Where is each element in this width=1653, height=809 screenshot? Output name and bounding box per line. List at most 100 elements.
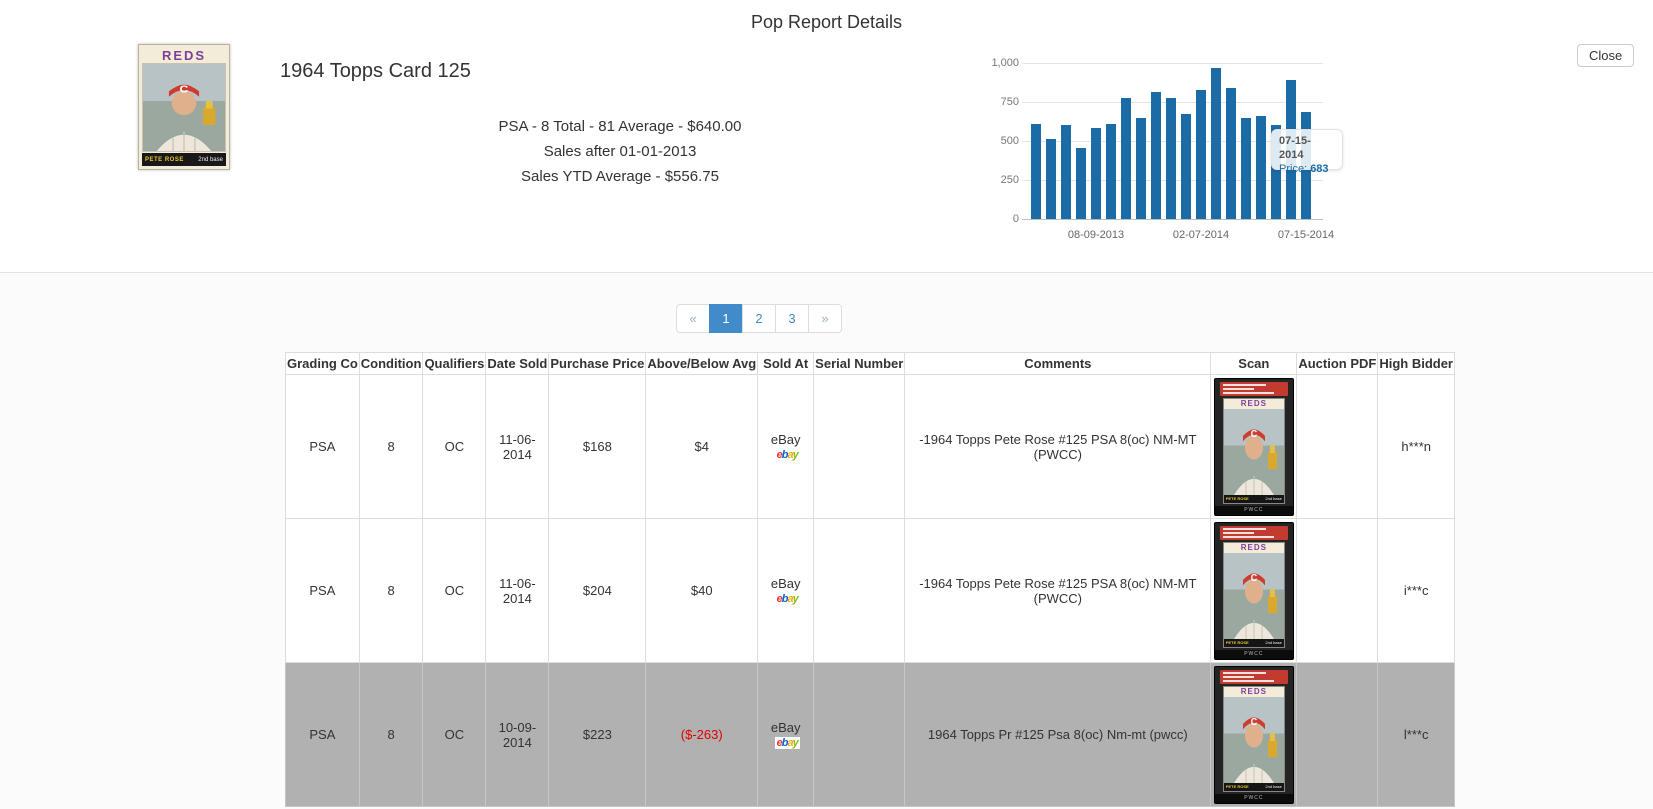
chart-ytick-label: 1,000 bbox=[991, 57, 1019, 69]
card-player-position: 2nd base bbox=[198, 156, 223, 163]
chart-bar[interactable] bbox=[1136, 118, 1146, 219]
psa-grade-label bbox=[1219, 381, 1288, 396]
pagination-page-2[interactable]: 2 bbox=[742, 304, 776, 333]
cell-high-bidder: l***c bbox=[1377, 662, 1455, 807]
table-header-sold-at: Sold At bbox=[757, 352, 815, 375]
cell-qualifiers: OC bbox=[422, 374, 487, 519]
table-header-scan: Scan bbox=[1210, 352, 1298, 375]
chart-bar[interactable] bbox=[1211, 68, 1221, 219]
card-scan-thumbnail[interactable]: REDS C PETE ROSE 2nd base PWCC bbox=[1213, 521, 1294, 660]
chart-gridline bbox=[1022, 219, 1323, 220]
cell-qualifiers: OC bbox=[422, 518, 487, 663]
cell-condition: 8 bbox=[358, 518, 424, 663]
chart-gridline bbox=[1022, 63, 1323, 64]
player-photo-art: C bbox=[1223, 552, 1284, 639]
card-team-name: REDS bbox=[161, 48, 207, 63]
page-title: Pop Report Details bbox=[750, 12, 903, 32]
cell-comments: -1964 Topps Pete Rose #125 PSA 8(oc) NM-… bbox=[904, 518, 1212, 663]
chart-ytick-label: 0 bbox=[1012, 213, 1019, 225]
cell-serial bbox=[813, 374, 906, 519]
table-header-purchase-price: Purchase Price bbox=[548, 352, 647, 375]
pagination: « 1 2 3 » bbox=[676, 304, 842, 333]
svg-text:C: C bbox=[180, 84, 189, 95]
scan-watermark: PWCC bbox=[1214, 505, 1293, 515]
player-photo-art: C bbox=[1223, 408, 1284, 495]
table-row: PSA 8 OC 11-06-2014 $204 $40 eBayebay -1964 Top… bbox=[285, 518, 1455, 663]
tooltip-price: Price: 683 bbox=[1279, 163, 1329, 175]
chart-xtick-label: 07-15-2014 bbox=[1277, 229, 1335, 241]
chart-bar[interactable] bbox=[1256, 116, 1266, 219]
cell-grading-co: PSA bbox=[285, 374, 360, 519]
chart-bar[interactable] bbox=[1241, 118, 1251, 219]
chart-bar[interactable] bbox=[1196, 90, 1206, 219]
cell-high-bidder: i***c bbox=[1377, 518, 1455, 663]
sales-price-chart: 0 250 500 750 1,000 08-09-2013 02-07-2014 07-15… bbox=[985, 47, 1385, 252]
table-header-comments: Comments bbox=[904, 352, 1212, 375]
scan-card-art: REDS C PETE ROSE 2nd base bbox=[1222, 541, 1285, 648]
chart-bar[interactable] bbox=[1061, 125, 1071, 219]
chart-bar[interactable] bbox=[1166, 98, 1176, 219]
card-scan-thumbnail[interactable]: REDS C PETE ROSE 2nd base PWCC bbox=[1213, 665, 1294, 804]
chart-bar[interactable] bbox=[1226, 88, 1236, 219]
cell-date-sold: 11-06-2014 bbox=[485, 518, 550, 663]
pagination-page-1[interactable]: 1 bbox=[709, 304, 743, 333]
cell-condition: 8 bbox=[358, 662, 424, 807]
cell-scan: REDS C PETE ROSE 2nd base PWCC bbox=[1210, 662, 1298, 807]
pagination-prev[interactable]: « bbox=[676, 304, 710, 333]
cell-scan: REDS C PETE ROSE 2nd base PWCC bbox=[1210, 374, 1298, 519]
table-header-condition: Condition bbox=[358, 352, 424, 375]
psa-grade-label bbox=[1219, 525, 1288, 540]
tooltip-date: 07-15-2014 bbox=[1279, 135, 1311, 161]
stat-ytd-average: Sales YTD Average - $556.75 bbox=[521, 168, 719, 185]
table-header-serial-number: Serial Number bbox=[813, 352, 906, 375]
stat-sales-after: Sales after 01-01-2013 bbox=[543, 143, 697, 160]
table-header-auction-pdf: Auction PDF bbox=[1296, 352, 1379, 375]
card-photo: C bbox=[142, 63, 226, 152]
cell-serial bbox=[813, 518, 906, 663]
scan-watermark: PWCC bbox=[1214, 649, 1293, 659]
close-button[interactable]: Close bbox=[1577, 44, 1635, 67]
table-header-grading-co: Grading Co bbox=[285, 352, 360, 375]
psa-grade-label bbox=[1219, 669, 1288, 684]
cell-date-sold: 11-06-2014 bbox=[485, 374, 550, 519]
player-photo-art: C bbox=[143, 64, 225, 151]
chart-bar[interactable] bbox=[1106, 124, 1116, 219]
chart-ytick-label: 750 bbox=[1000, 96, 1019, 108]
card-footer: PETE ROSE 2nd base bbox=[142, 153, 226, 166]
player-photo-art: C bbox=[1223, 696, 1284, 783]
chart-bar[interactable] bbox=[1046, 139, 1056, 219]
chart-ytick-label: 500 bbox=[1000, 135, 1019, 147]
cell-sold-at: eBayebay bbox=[757, 374, 815, 519]
card-image: REDS C PETE ROSE 2nd base bbox=[138, 44, 230, 170]
cell-sold-at: eBayebay bbox=[757, 662, 815, 807]
chart-bar[interactable] bbox=[1181, 114, 1191, 219]
cell-purchase-price: $168 bbox=[548, 374, 647, 519]
chart-bar[interactable] bbox=[1091, 128, 1101, 219]
svg-text:C: C bbox=[1251, 572, 1258, 582]
card-stats: PSA - 8 Total - 81 Average - $640.00 Sal… bbox=[430, 114, 810, 189]
cell-comments: -1964 Topps Pete Rose #125 PSA 8(oc) NM-… bbox=[904, 374, 1212, 519]
pagination-next[interactable]: » bbox=[808, 304, 842, 333]
table-header-high-bidder: High Bidder bbox=[1377, 352, 1455, 375]
card-scan-thumbnail[interactable]: REDS C PETE ROSE 2nd base PWCC bbox=[1213, 377, 1294, 516]
chart-bar[interactable] bbox=[1121, 98, 1131, 219]
cell-grading-co: PSA bbox=[285, 518, 360, 663]
cell-qualifiers: OC bbox=[422, 662, 487, 807]
cell-above-below: $4 bbox=[645, 374, 759, 519]
cell-sold-at: eBayebay bbox=[757, 518, 815, 663]
cell-comments: 1964 Topps Pr #125 Psa 8(oc) Nm-mt (pwcc… bbox=[904, 662, 1212, 807]
chart-bar[interactable] bbox=[1151, 92, 1161, 219]
chart-bar[interactable] bbox=[1031, 124, 1041, 219]
cell-purchase-price: $223 bbox=[548, 662, 647, 807]
ebay-logo-icon: ebay bbox=[774, 593, 800, 606]
table-header-date-sold: Date Sold bbox=[485, 352, 550, 375]
cell-above-below: ($-263) bbox=[645, 662, 759, 807]
table-row: PSA 8 OC 10-09-2014 $223 ($-263) eBayebay 1964 … bbox=[285, 662, 1455, 807]
cell-auction-pdf bbox=[1296, 662, 1379, 807]
pagination-page-3[interactable]: 3 bbox=[775, 304, 809, 333]
chart-ytick-label: 250 bbox=[1000, 174, 1019, 186]
cell-scan: REDS C PETE ROSE 2nd base PWCC bbox=[1210, 518, 1298, 663]
cell-auction-pdf bbox=[1296, 374, 1379, 519]
ebay-logo-icon: ebay bbox=[774, 737, 800, 750]
chart-bar[interactable] bbox=[1076, 148, 1086, 219]
